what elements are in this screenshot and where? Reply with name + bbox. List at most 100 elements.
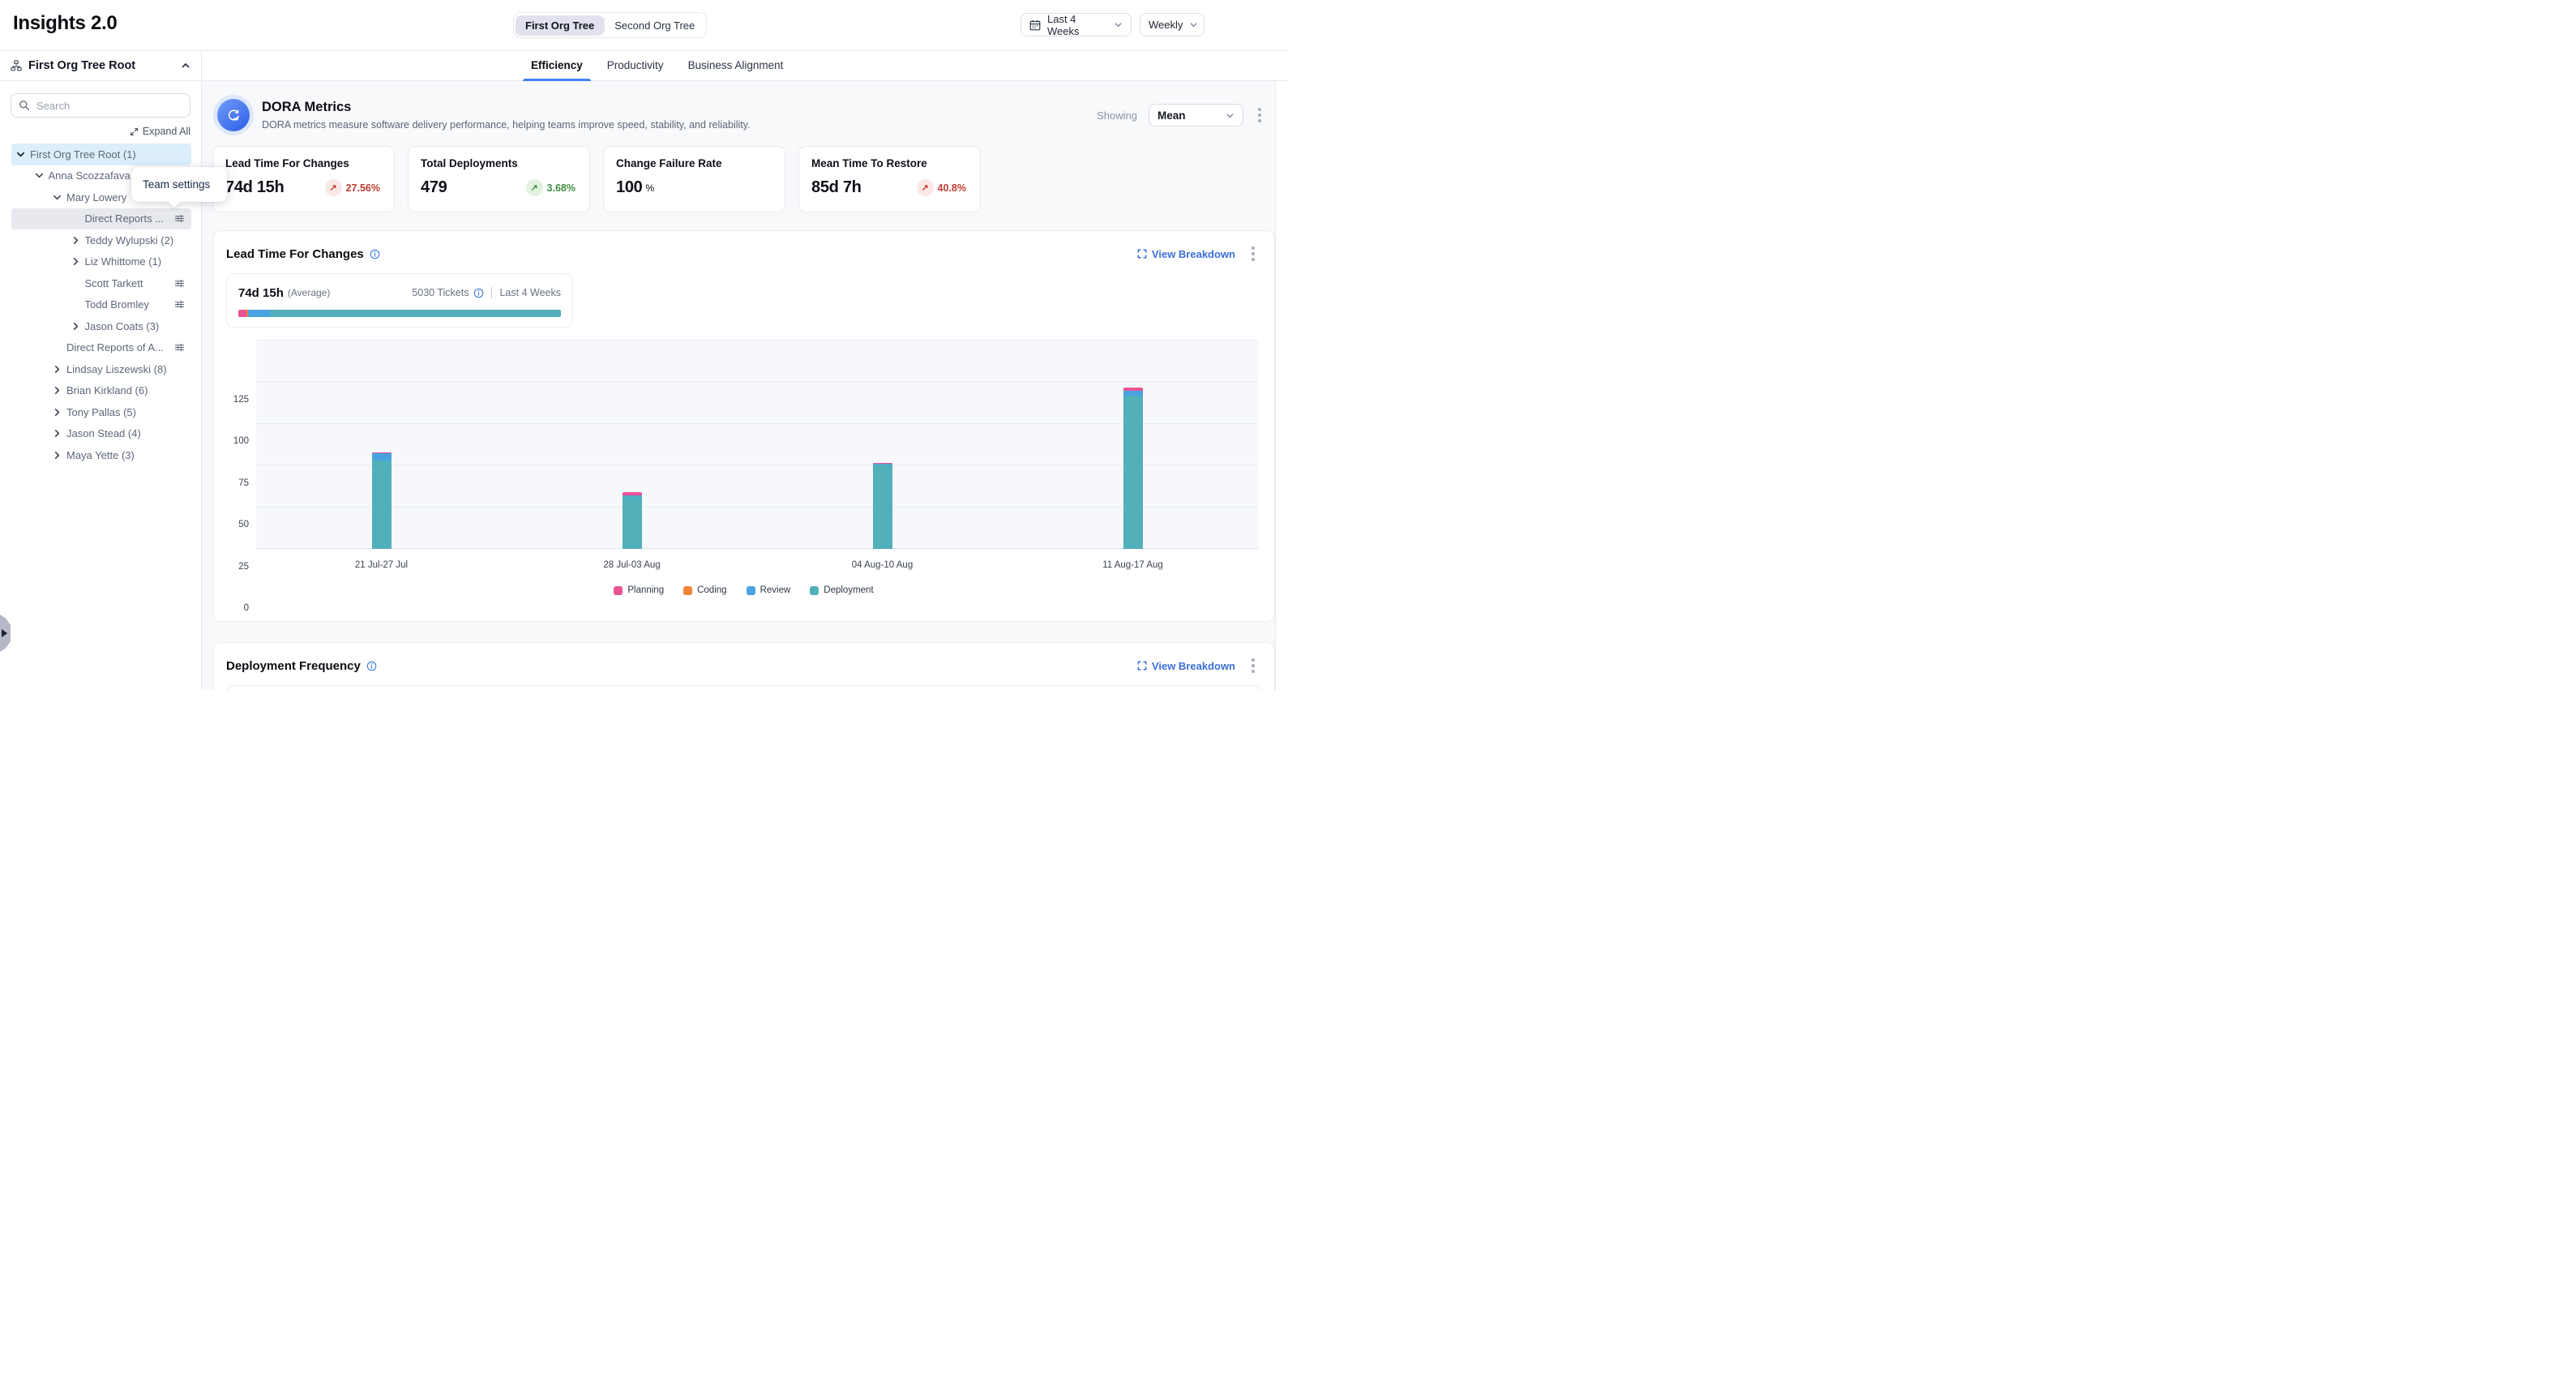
y-axis-tick: 75	[226, 478, 249, 488]
tree-item[interactable]: Teddy Wylupski (2)	[11, 229, 191, 251]
chevron-down-icon[interactable]	[53, 193, 66, 202]
granularity-value: Weekly	[1149, 19, 1183, 31]
team-settings-icon[interactable]	[174, 342, 185, 353]
tab-efficiency[interactable]: Efficiency	[529, 59, 584, 80]
chart-legend: Planning Coding Review Deployment	[226, 585, 1261, 595]
team-settings-icon[interactable]	[174, 278, 185, 289]
dora-title: DORA Metrics	[262, 100, 751, 115]
team-settings-icon[interactable]	[174, 299, 185, 310]
legend-item-review[interactable]: Review	[747, 585, 791, 595]
chevron-down-icon[interactable]	[35, 171, 49, 180]
tree-item-label: Jason Coats (3)	[85, 320, 160, 332]
tree-item-label: Mary Lowery	[66, 191, 126, 204]
tree-item[interactable]: Maya Yette (3)	[11, 444, 191, 466]
view-breakdown-label: View Breakdown	[1152, 660, 1235, 672]
dora-actions: Showing Mean	[1097, 104, 1264, 126]
tab-productivity[interactable]: Productivity	[605, 59, 665, 80]
tree-item-label: Lindsay Liszewski (8)	[66, 363, 167, 375]
tree-item[interactable]: Scott Tarkett	[11, 272, 191, 294]
phase-segment-deployment	[270, 310, 561, 317]
collapse-sidebar-icon[interactable]	[181, 61, 190, 71]
dora-metric-cards: Lead Time For Changes74d 15h↗27.56%Total…	[212, 146, 1277, 212]
stacked-bar[interactable]	[623, 492, 642, 549]
delta-badge: ↗40.8%	[917, 179, 966, 196]
tab-business-alignment[interactable]: Business Alignment	[687, 59, 785, 80]
tree-item[interactable]: Direct Reports of A...	[11, 337, 191, 359]
delta-badge: ↗3.68%	[526, 179, 576, 196]
kebab-menu-icon[interactable]	[1255, 105, 1264, 126]
chevron-right-icon[interactable]	[71, 322, 85, 331]
metric-card-title: Change Failure Rate	[616, 157, 772, 169]
toggle-first-org-tree[interactable]: First Org Tree	[516, 15, 604, 36]
bar-segment-review	[372, 453, 392, 461]
tabs: Efficiency Productivity Business Alignme…	[529, 51, 785, 80]
bar-segment-deployment	[873, 465, 892, 549]
tooltip-text: Team settings	[143, 178, 210, 191]
legend-item-planning[interactable]: Planning	[614, 585, 664, 595]
info-icon[interactable]	[370, 249, 380, 259]
deployment-frequency-header: Deployment Frequency View Breakdown	[226, 656, 1261, 675]
lead-time-summary-card: 74d 15h (Average) 5030 Tickets Last 4 We…	[226, 273, 573, 328]
tree-item-label: Maya Yette (3)	[66, 449, 135, 461]
gridline	[256, 340, 1258, 341]
tree-item-label: Teddy Wylupski (2)	[85, 234, 174, 246]
dora-cycle-icon	[217, 99, 250, 131]
tree-item[interactable]: Liz Whittome (1)	[11, 251, 191, 273]
chevron-right-icon[interactable]	[53, 365, 66, 374]
tree-item[interactable]: Jason Stead (4)	[11, 423, 191, 445]
legend-label: Coding	[697, 585, 726, 595]
view-breakdown-link[interactable]: View Breakdown	[1137, 660, 1235, 672]
chevron-down-icon[interactable]	[16, 150, 30, 159]
date-range-dropdown[interactable]: Last 4 Weeks	[1021, 13, 1132, 36]
toggle-second-org-tree[interactable]: Second Org Tree	[605, 15, 704, 36]
chevron-right-icon[interactable]	[53, 386, 66, 395]
vertical-scrollbar-gutter[interactable]	[1275, 81, 1288, 690]
sidebar-header: First Org Tree Root	[0, 51, 201, 81]
lead-time-title: Lead Time For Changes	[226, 247, 364, 261]
expand-all-label: Expand All	[143, 126, 190, 137]
lead-time-panel: Lead Time For Changes View Breakdown	[212, 230, 1275, 622]
showing-dropdown[interactable]: Mean	[1149, 104, 1243, 126]
kebab-menu-icon[interactable]	[1248, 655, 1258, 676]
lead-time-panel-header: Lead Time For Changes View Breakdown	[226, 244, 1261, 264]
stacked-bar[interactable]	[1123, 388, 1143, 549]
gridline	[256, 381, 1258, 382]
chevron-right-icon[interactable]	[53, 408, 66, 417]
info-icon[interactable]	[473, 288, 484, 298]
content-scroll-area: DORA Metrics DORA metrics measure softwa…	[202, 81, 1288, 690]
delta-value: 3.68%	[547, 182, 576, 194]
x-axis-label: 11 Aug-17 Aug	[1102, 560, 1163, 570]
tree-item[interactable]: Brian Kirkland (6)	[11, 380, 191, 402]
granularity-dropdown[interactable]: Weekly	[1140, 13, 1205, 36]
tree-item[interactable]: Tony Pallas (5)	[11, 401, 191, 423]
kebab-menu-icon[interactable]	[1248, 243, 1258, 264]
stacked-bar[interactable]	[873, 463, 892, 549]
info-icon[interactable]	[366, 661, 377, 671]
stacked-bar[interactable]	[372, 452, 392, 549]
tree-item-label: Tony Pallas (5)	[66, 406, 136, 418]
legend-label: Planning	[627, 585, 664, 595]
metric-card-value: 100	[616, 178, 642, 197]
tree-item[interactable]: Todd Bromley	[11, 294, 191, 316]
chevron-right-icon[interactable]	[71, 236, 85, 245]
search-input[interactable]	[36, 100, 182, 112]
tree-item[interactable]: First Org Tree Root (1)	[11, 144, 191, 165]
legend-swatch	[810, 586, 819, 595]
chevron-right-icon[interactable]	[53, 451, 66, 460]
y-axis-tick: 25	[226, 562, 249, 572]
tree-item[interactable]: Direct Reports ...	[11, 208, 191, 230]
team-settings-icon[interactable]	[174, 213, 185, 224]
tree-item[interactable]: Lindsay Liszewski (8)	[11, 358, 191, 380]
chevron-right-icon[interactable]	[71, 257, 85, 266]
date-range-value: Last 4 Weeks	[1047, 13, 1107, 37]
expand-all-button[interactable]: Expand All	[11, 126, 190, 137]
legend-item-coding[interactable]: Coding	[683, 585, 726, 595]
divider	[491, 287, 492, 298]
view-breakdown-link[interactable]: View Breakdown	[1137, 248, 1235, 260]
tree-item[interactable]: Jason Coats (3)	[11, 315, 191, 337]
metric-card-value: 85d 7h	[811, 178, 862, 197]
chevron-right-icon[interactable]	[53, 429, 66, 438]
legend-item-deployment[interactable]: Deployment	[810, 585, 873, 595]
y-axis-tick: 125	[226, 395, 249, 405]
metric-card-unit: %	[645, 182, 654, 194]
